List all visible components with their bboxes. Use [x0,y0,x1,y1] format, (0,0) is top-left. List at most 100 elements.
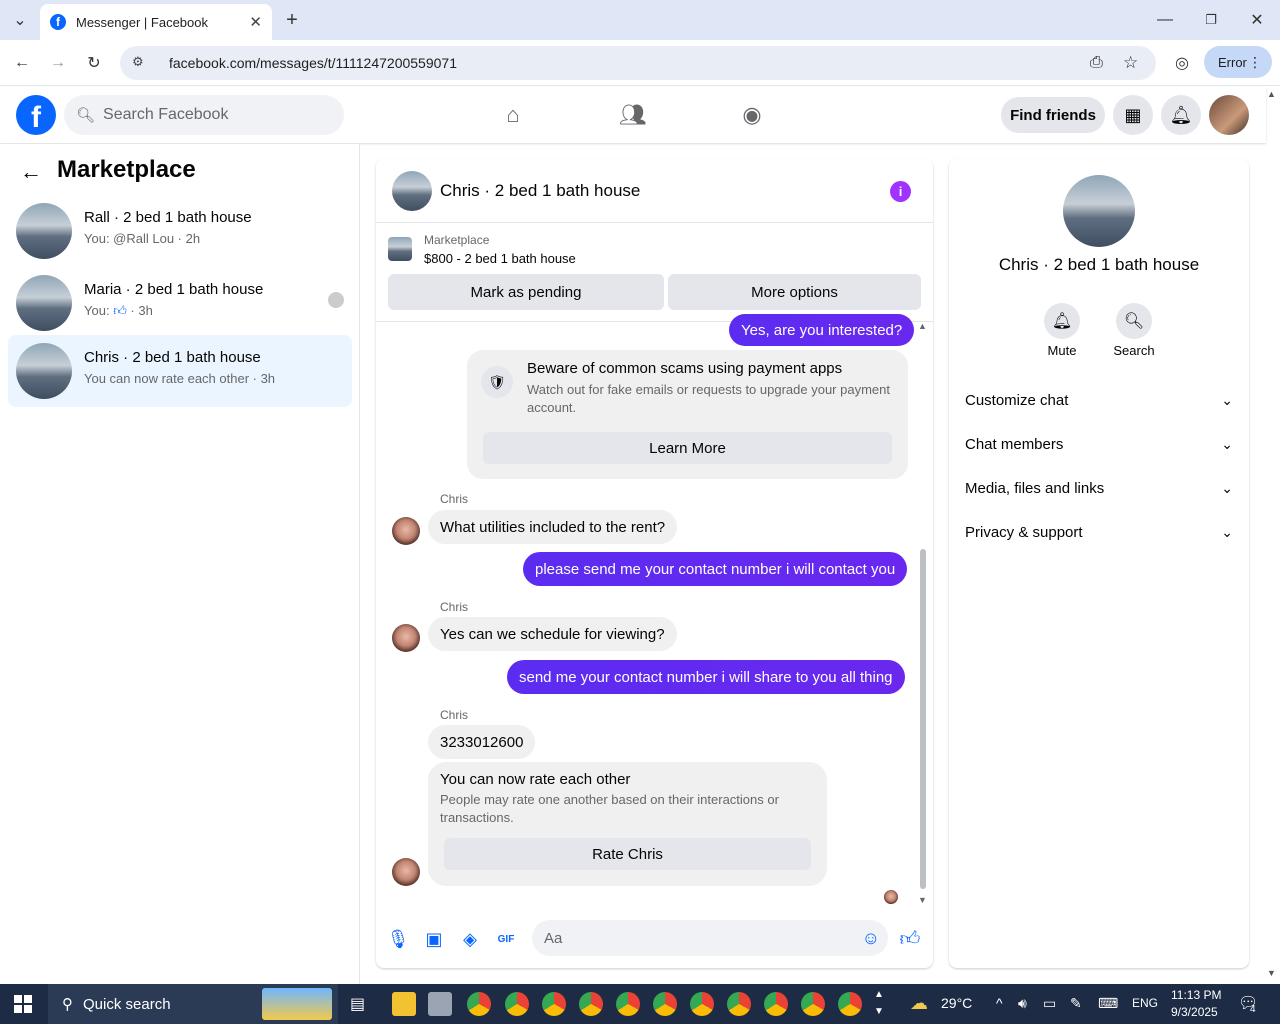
outgoing-message[interactable]: Yes, are you interested? [729,314,915,346]
sender-avatar[interactable] [392,517,420,545]
chat-members-row[interactable]: Chat members ⌄ [965,432,1233,456]
back-arrow-icon[interactable]: ← [20,159,42,185]
emoji-icon[interactable]: ☺ [862,928,880,949]
outgoing-message[interactable]: send me your contact number i will share… [507,660,905,694]
scroll-down-icon[interactable]: ▼ [918,895,927,905]
keyboard-icon[interactable]: ⌨ [1098,995,1118,1012]
minimize-icon[interactable]: — [1154,9,1176,31]
microphone-icon[interactable]: 🎙︎ [387,929,410,949]
seen-avatar [884,890,898,904]
restore-icon[interactable]: ❐ [1200,9,1222,31]
chrome-icon[interactable] [616,992,640,1016]
listing-title[interactable]: $800 - 2 bed 1 bath house [424,251,576,266]
page-scroll-down-icon[interactable]: ▼ [1267,968,1276,978]
facebook-search-input[interactable]: 🔍︎ Search Facebook [64,95,344,135]
chrome-icon[interactable] [542,992,566,1016]
home-icon[interactable]: ⌂ [499,101,527,129]
gif-icon[interactable]: GIF [496,929,516,949]
find-friends-button[interactable]: Find friends [1001,97,1105,133]
reload-icon[interactable]: ↻ [83,52,105,74]
back-icon[interactable]: ← [11,52,33,74]
chrome-icon[interactable] [579,992,603,1016]
forward-icon[interactable]: → [47,52,69,74]
friends-icon[interactable]: 👥︎ [619,101,647,129]
thumbs-up-icon[interactable]: 👍︎ [900,928,921,950]
show-hidden-icons-chevron-icon[interactable]: ^ [996,995,1003,1011]
close-tab-icon[interactable]: ✕ [249,13,262,31]
chrome-icon[interactable] [801,992,825,1016]
install-app-icon[interactable]: ⎙ [1090,54,1103,72]
weather-icon[interactable]: ☁ [910,993,928,1014]
pen-icon[interactable]: ✎ [1070,995,1082,1012]
conversation-item-rall[interactable]: Rall · 2 bed 1 bath house You: @Rall Lou… [8,195,352,267]
conversation-preview: You can now rate each other · 3h [84,371,276,386]
address-bar[interactable]: ⚙ facebook.com/messages/t/11112472005590… [120,46,1156,80]
sticker-icon[interactable]: ◈ [460,929,480,949]
mute-bell-icon[interactable]: 🔔︎ [1044,303,1080,339]
chrome-icon[interactable] [467,992,491,1016]
media-files-links-row[interactable]: Media, files and links ⌄ [965,476,1233,500]
conversation-item-chris[interactable]: Chris · 2 bed 1 bath house You can now r… [8,335,352,407]
chrome-icon[interactable] [727,992,751,1016]
search-icon: 🔍︎ [76,107,96,124]
learn-more-button[interactable]: Learn More [483,432,892,464]
clock-date[interactable]: 9/3/2025 [1171,1005,1218,1019]
message-input[interactable]: Aa ☺ [532,920,888,956]
more-menu-icon[interactable]: ⋮ [1248,54,1262,71]
conversation-item-maria[interactable]: Maria · 2 bed 1 bath house You: 👍︎ · 3h [8,267,352,339]
windows-start-icon[interactable] [14,995,32,1013]
chrome-icon[interactable] [690,992,714,1016]
clock-time[interactable]: 11:13 PM [1171,988,1221,1002]
browser-tab[interactable]: f Messenger | Facebook ✕ [40,4,272,40]
menu-grid-icon[interactable]: ▦ [1113,95,1153,135]
task-view-icon[interactable]: ▤ [350,994,365,1014]
facebook-logo-icon[interactable]: f [16,95,56,135]
more-options-button[interactable]: More options [668,274,921,310]
notifications-bell-icon[interactable]: 🔔︎ [1161,95,1201,135]
sender-avatar[interactable] [392,624,420,652]
file-explorer-icon[interactable] [392,992,416,1016]
photo-icon[interactable]: ▣ [424,929,444,949]
chat-title[interactable]: Chris · 2 bed 1 bath house [440,181,640,201]
chrome-icon[interactable] [838,992,862,1016]
chevron-down-icon: ⌄ [1221,391,1233,408]
incoming-message[interactable]: Yes can we schedule for viewing? [428,617,677,651]
info-icon[interactable]: i [890,181,911,202]
error-button[interactable]: Error ⋮ [1204,46,1272,78]
bookmark-star-icon[interactable]: ☆ [1123,53,1138,73]
input-language[interactable]: ENG [1132,996,1158,1010]
privacy-support-row[interactable]: Privacy & support ⌄ [965,520,1233,544]
sender-avatar[interactable] [392,858,420,886]
close-window-icon[interactable]: ✕ [1246,9,1268,31]
tab-search-chevron-icon[interactable]: ⌄ [9,9,31,31]
scroll-up-icon[interactable]: ▲ [918,321,927,331]
site-info-icon[interactable]: ⚙ [132,54,150,72]
conversation-preview: You: 👍︎ · 3h [84,303,153,318]
page-scroll-up-icon[interactable]: ▲ [1267,89,1276,99]
chrome-icon[interactable] [764,992,788,1016]
account-avatar[interactable] [1209,95,1249,135]
weather-temp[interactable]: 29°C [941,995,972,1011]
scrollbar-thumb[interactable] [920,549,926,889]
network-icon[interactable]: ▭ [1043,995,1056,1012]
incoming-message[interactable]: What utilities included to the rent? [428,510,678,544]
incoming-message[interactable]: 3233012600 [428,725,536,759]
chrome-icon[interactable] [653,992,677,1016]
profile-icon[interactable]: ◎ [1171,52,1193,74]
listing-source: Marketplace [424,233,490,247]
shield-icon: 🛡︎ [481,366,513,398]
chat-profile-picture[interactable] [1063,175,1135,247]
chat-avatar[interactable] [392,171,432,211]
rate-chris-button[interactable]: Rate Chris [444,838,811,870]
app-icon[interactable] [428,992,452,1016]
taskbar-overflow-arrows[interactable]: ▲ ▼ [874,986,884,1020]
outgoing-message[interactable]: please send me your contact number i wil… [523,552,908,586]
customize-chat-row[interactable]: Customize chat ⌄ [965,388,1233,412]
chrome-icon[interactable] [505,992,529,1016]
quick-search-box[interactable]: ⚲ Quick search [48,984,338,1024]
new-tab-icon[interactable]: + [281,9,303,31]
search-icon[interactable]: 🔍︎ [1116,303,1152,339]
groups-icon[interactable]: ◉ [738,101,766,129]
volume-icon[interactable]: 🔊︎ [1018,995,1027,1012]
mark-as-pending-button[interactable]: Mark as pending [388,274,664,310]
